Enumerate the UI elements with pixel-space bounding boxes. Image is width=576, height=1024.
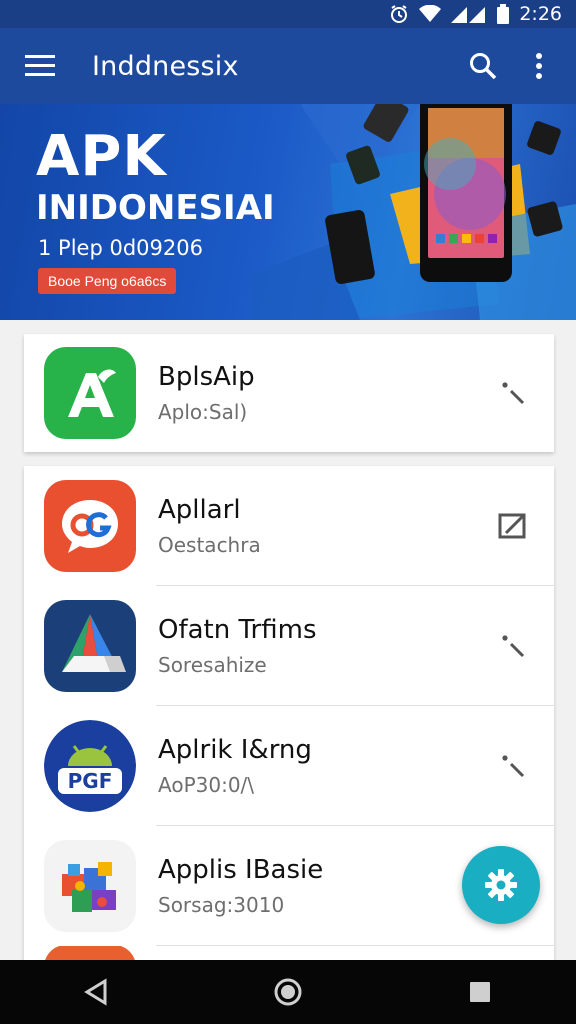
search-icon[interactable] (462, 45, 504, 87)
list-item[interactable]: Apllarl Oestachra (24, 466, 554, 586)
app-bar: Inddnessix (0, 28, 576, 104)
gear-icon (485, 869, 517, 901)
item-subtitle: AoP30:0/\ (158, 773, 255, 797)
promo-banner[interactable]: APK INIDONESIAI 1 Plep 0d09206 Booe Peng… (0, 104, 576, 320)
android-a-icon (44, 347, 136, 439)
item-title: Apllarl (158, 495, 241, 525)
item-subtitle: Aplo:Sal) (158, 400, 248, 424)
item-subtitle: Oestachra (158, 533, 261, 557)
item-subtitle: Sorsag:3010 (158, 893, 285, 917)
list-item[interactable]: PGF Aplrik I&rng AoP30:0/\ (24, 706, 554, 826)
recents-icon[interactable] (450, 964, 510, 1020)
wifi-icon (419, 5, 442, 23)
more-icon[interactable] (496, 749, 530, 783)
signal-icon (451, 5, 487, 23)
banner-subtitle: INIDONESIAI (36, 188, 275, 228)
android-pgf-icon: PGF (44, 720, 136, 812)
chat-g-icon (44, 480, 136, 572)
status-bar: 2:26 (0, 0, 576, 28)
banner-text: 1 Plep 0d09206 (38, 236, 203, 260)
banner-title: APK (36, 124, 167, 189)
banner-button[interactable]: Booe Peng o6a6cs (38, 268, 177, 294)
more-vert-icon[interactable] (518, 45, 560, 87)
settings-fab[interactable] (462, 846, 540, 924)
puzzle-icon (44, 840, 136, 932)
menu-icon[interactable] (20, 46, 60, 86)
system-nav-bar (0, 960, 576, 1024)
featured-app-card: BplsAip Aplo:Sal) (24, 334, 554, 452)
item-title: Ofatn Trfims (158, 615, 317, 645)
item-title: Applis IBasie (158, 855, 324, 885)
battery-icon (497, 4, 510, 24)
open-icon[interactable] (496, 509, 530, 543)
back-icon[interactable] (66, 964, 126, 1020)
list-item[interactable]: BplsAip Aplo:Sal) (24, 334, 554, 452)
item-title: BplsAip (158, 362, 255, 392)
list-item[interactable]: Ofatn Trfims Soresahize (24, 586, 554, 706)
home-icon[interactable] (258, 964, 318, 1020)
alarm-icon (389, 4, 409, 24)
item-subtitle: Soresahize (158, 653, 267, 677)
status-time: 2:26 (519, 3, 562, 25)
svg-text:PGF: PGF (68, 769, 113, 793)
more-icon[interactable] (496, 629, 530, 663)
app-title: Inddnessix (92, 50, 239, 82)
more-icon[interactable] (496, 376, 530, 410)
item-title: Aplrik I&rng (158, 735, 312, 765)
prism-a-icon (44, 600, 136, 692)
